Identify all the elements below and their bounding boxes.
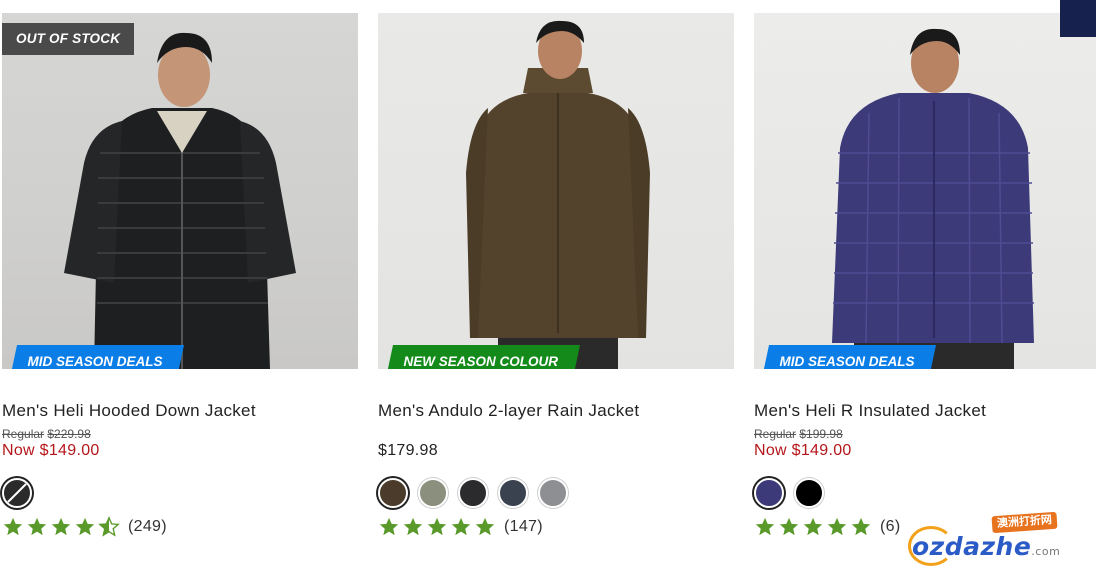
color-swatch-purple[interactable]	[754, 478, 784, 508]
review-count: (249)	[128, 518, 167, 535]
star-icon	[379, 517, 399, 536]
star-rating	[754, 516, 872, 538]
jacket-photo-illustration	[64, 32, 296, 369]
watermark-tag: 澳洲打折网	[991, 511, 1058, 534]
regular-price-row: Regular $199.98	[754, 427, 1096, 441]
jacket-photo-illustration	[466, 20, 650, 369]
star-icon	[403, 517, 423, 536]
promo-badge-label: MID SEASON DEALS	[779, 354, 915, 369]
color-swatches	[754, 478, 1096, 508]
regular-price-row: Regular $229.98	[2, 427, 358, 441]
product-card-heli-r-insulated-jacket[interactable]: MID SEASON DEALS Men's Heli R Insulated …	[754, 13, 1096, 538]
star-icon	[851, 517, 871, 536]
star-icon	[827, 517, 847, 536]
star-icon	[803, 517, 823, 536]
star-icon	[427, 517, 447, 536]
jacket-photo-illustration	[832, 28, 1034, 369]
watermark-suffix: .com	[1031, 545, 1061, 558]
color-swatch-navy[interactable]	[498, 478, 528, 508]
star-rating	[378, 516, 496, 538]
product-name[interactable]: Men's Heli Hooded Down Jacket	[2, 400, 358, 422]
regular-price: $229.98	[47, 427, 91, 441]
site-watermark: 澳洲打折网 ozdazhe.com	[908, 511, 1076, 566]
watermark-logo-text: ozdazhe	[912, 532, 1032, 561]
star-icon	[755, 517, 775, 536]
color-swatches	[2, 478, 358, 508]
review-count: (6)	[880, 518, 901, 535]
rating[interactable]: (249)	[2, 516, 358, 538]
color-swatch-black[interactable]	[458, 478, 488, 508]
product-card-heli-hooded-down-jacket[interactable]: OUT OF STOCK MID SEASON DEALS Men's Heli…	[2, 13, 358, 538]
regular-price: $199.98	[799, 427, 843, 441]
corner-tab[interactable]	[1060, 0, 1096, 37]
color-swatch-brown[interactable]	[378, 478, 408, 508]
watermark-logo: ozdazhe.com	[912, 532, 1060, 561]
promo-badge: MID SEASON DEALS	[762, 345, 937, 369]
rating[interactable]: (147)	[378, 516, 734, 538]
star-icon	[3, 517, 23, 536]
product-name[interactable]: Men's Heli R Insulated Jacket	[754, 400, 1096, 422]
review-count: (147)	[504, 518, 543, 535]
sale-price: Now $149.00	[2, 442, 100, 459]
price: $179.98	[378, 442, 438, 459]
star-icon	[75, 517, 95, 536]
promo-badge-label: NEW SEASON COLOUR	[403, 354, 559, 369]
promo-badge-label: MID SEASON DEALS	[27, 354, 163, 369]
half-star-icon	[98, 516, 120, 537]
unavailable-slash-icon	[7, 483, 27, 503]
star-icon	[51, 517, 71, 536]
regular-label: Regular	[754, 427, 797, 441]
star-rating	[2, 516, 120, 538]
product-image[interactable]: NEW SEASON COLOUR	[378, 13, 734, 369]
star-icon	[451, 517, 471, 536]
sale-price: Now $149.00	[754, 442, 852, 459]
color-swatch-black[interactable]	[794, 478, 824, 508]
regular-label: Regular	[2, 427, 45, 441]
star-icon	[779, 517, 799, 536]
star-icon	[27, 517, 47, 536]
color-swatch-grey[interactable]	[538, 478, 568, 508]
product-card-andulo-rain-jacket[interactable]: NEW SEASON COLOUR Men's Andulo 2-layer R…	[378, 13, 734, 538]
promo-badge: NEW SEASON COLOUR	[386, 345, 580, 369]
product-name[interactable]: Men's Andulo 2-layer Rain Jacket	[378, 400, 734, 422]
product-image[interactable]: OUT OF STOCK MID SEASON DEALS	[2, 13, 358, 369]
color-swatches	[378, 478, 734, 508]
promo-badge: MID SEASON DEALS	[10, 345, 185, 369]
product-image[interactable]: MID SEASON DEALS	[754, 13, 1096, 369]
color-swatch-sage[interactable]	[418, 478, 448, 508]
star-icon	[475, 517, 495, 536]
out-of-stock-badge: OUT OF STOCK	[2, 23, 135, 55]
color-swatch-black-unavailable[interactable]	[2, 478, 32, 508]
